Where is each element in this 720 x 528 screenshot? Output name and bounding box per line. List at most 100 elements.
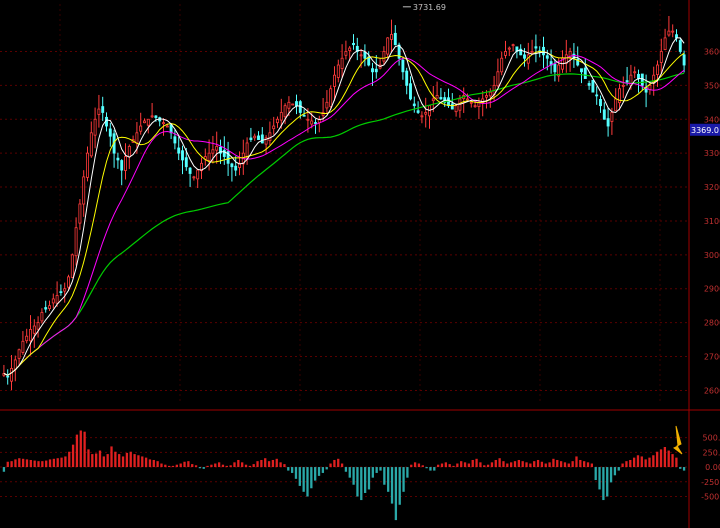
ma-slow-line xyxy=(3,54,685,376)
candle-body xyxy=(363,51,367,59)
candle-body xyxy=(382,51,386,62)
candle-body xyxy=(211,149,215,154)
candle-body xyxy=(553,63,557,73)
candle-body xyxy=(314,122,317,124)
candle-body xyxy=(29,329,32,342)
candle-body xyxy=(447,97,450,107)
candle-body xyxy=(374,68,378,73)
candle-body xyxy=(82,176,86,205)
candle-body xyxy=(678,40,682,52)
candle-body xyxy=(602,109,606,120)
candle-body xyxy=(663,37,667,50)
candle-body xyxy=(249,137,253,140)
candle-body xyxy=(272,125,276,130)
candle-body xyxy=(648,84,652,90)
candle-body xyxy=(215,145,219,151)
price-tick-label: 3200 xyxy=(704,183,720,192)
candle-body xyxy=(192,176,196,179)
candle-body xyxy=(390,34,393,40)
candle-body xyxy=(184,157,188,168)
candle-body xyxy=(188,167,192,174)
indicator-tick-label: 250.0 xyxy=(703,448,720,457)
candle-body xyxy=(386,37,390,55)
candle-body xyxy=(143,120,146,124)
stock-chart: 2600 2700 2800 2900 3000 3100 3200 3300 3400 3500… xyxy=(0,0,720,528)
candle-body xyxy=(135,132,139,144)
candle-body xyxy=(621,84,625,87)
candle-body xyxy=(165,125,169,128)
candle-body xyxy=(86,152,89,178)
candle-body xyxy=(287,101,291,109)
candle-body xyxy=(70,254,74,278)
candle-body xyxy=(591,79,595,93)
price-tick-label: 2700 xyxy=(704,353,720,362)
candle-body xyxy=(583,67,587,79)
candle-body xyxy=(371,68,374,73)
candle-body xyxy=(207,152,211,161)
candle-body xyxy=(6,375,10,378)
candle-body xyxy=(640,73,644,86)
candle-body xyxy=(329,88,333,107)
candle-body xyxy=(116,157,120,161)
candle-body xyxy=(257,135,260,140)
candle-body xyxy=(32,325,36,334)
candle-body xyxy=(412,103,416,107)
candle-body xyxy=(108,128,112,137)
arrow-annotation-icon xyxy=(673,425,683,455)
candle-body xyxy=(348,47,352,51)
candle-body xyxy=(283,105,287,118)
candle-body xyxy=(587,83,591,86)
candle-body xyxy=(496,71,500,87)
candle-body xyxy=(291,103,295,106)
candle-body xyxy=(302,114,306,117)
candle-body xyxy=(150,115,154,118)
candle-body xyxy=(454,105,458,113)
candle-body xyxy=(295,101,298,107)
candle-body xyxy=(78,203,82,224)
price-tick-label: 3300 xyxy=(704,149,720,158)
candle-body xyxy=(253,135,257,139)
candle-body xyxy=(507,47,511,50)
candle-body xyxy=(89,132,93,157)
candle-body xyxy=(177,147,181,154)
candle-body xyxy=(439,97,443,100)
candle-body xyxy=(401,59,405,73)
candle-body xyxy=(230,163,234,168)
candle-body xyxy=(416,110,420,113)
candle-body xyxy=(21,340,25,353)
candle-body xyxy=(656,64,659,75)
candle-body xyxy=(340,57,344,69)
candle-body xyxy=(154,115,158,118)
candle-body xyxy=(63,288,67,292)
candle-body xyxy=(48,305,51,310)
ma-mid-line xyxy=(3,50,685,376)
candle-body xyxy=(595,94,599,97)
candle-body xyxy=(542,46,545,56)
candle-body xyxy=(260,134,264,144)
current-price-label: 3369.0 xyxy=(691,126,719,135)
candle-body xyxy=(367,56,371,66)
candle-body xyxy=(222,149,226,157)
candle-body xyxy=(36,322,40,330)
price-tick-label: 3500 xyxy=(704,81,720,90)
indicator-tick-label: -250.0 xyxy=(701,478,720,487)
candle-body xyxy=(511,44,515,47)
candle-body xyxy=(580,68,583,73)
candle-body xyxy=(44,307,48,310)
candle-body xyxy=(310,120,314,125)
candle-body xyxy=(55,295,59,304)
candle-body xyxy=(162,122,165,125)
candle-body xyxy=(173,136,177,144)
candle-body xyxy=(268,132,272,142)
candle-body xyxy=(93,118,97,136)
chart-root: 2600 2700 2800 2900 3000 3100 3200 3300 3400 3500… xyxy=(0,0,720,528)
price-panel xyxy=(2,15,686,391)
candle-body xyxy=(146,118,150,126)
candle-body xyxy=(25,335,29,342)
candle-body xyxy=(17,349,21,359)
candle-body xyxy=(606,118,610,127)
candle-body xyxy=(74,227,78,257)
price-tick-label: 2600 xyxy=(704,386,720,395)
price-tick-label: 3100 xyxy=(704,217,720,226)
candle-body xyxy=(234,165,238,171)
